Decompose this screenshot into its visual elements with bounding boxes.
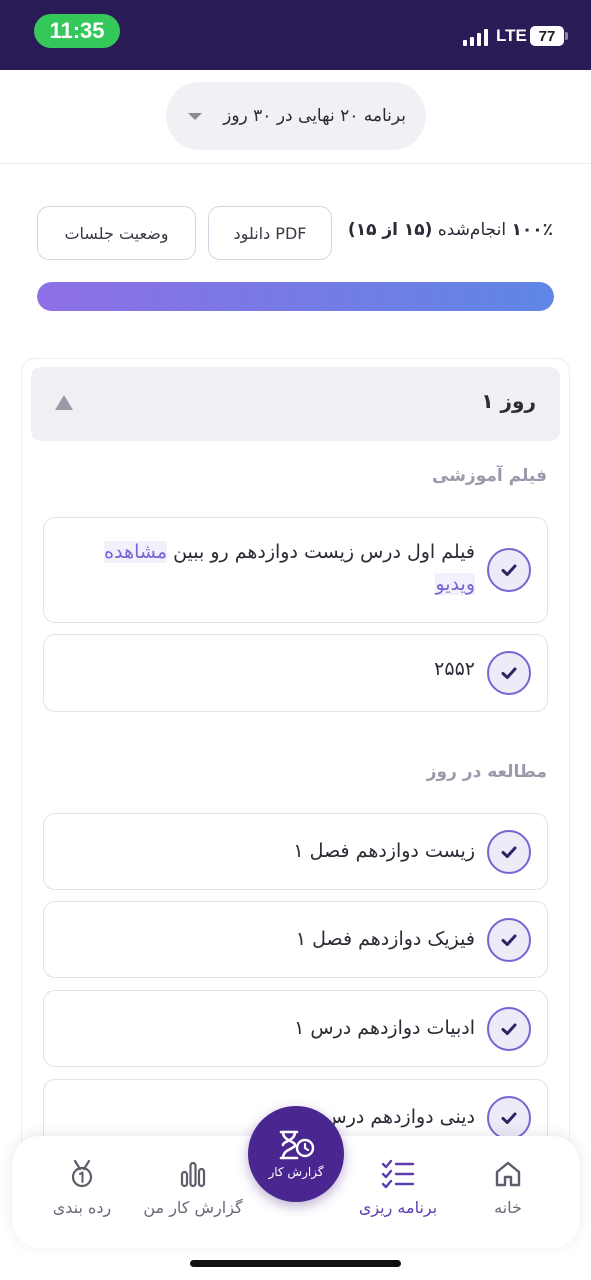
section-label-study: مطالعه در روز bbox=[426, 762, 547, 782]
plan-header: برنامه ۲۰ نهایی در ۳۰ روز bbox=[0, 70, 591, 164]
medal-icon bbox=[71, 1159, 93, 1188]
check-icon[interactable] bbox=[487, 548, 531, 592]
task-title: ۲۵۵۲ bbox=[434, 658, 475, 680]
status-time: 11:35 bbox=[34, 14, 120, 48]
home-indicator bbox=[190, 1260, 401, 1267]
checklist-icon bbox=[381, 1159, 415, 1189]
task-text: فیلم اول درس زیست دوازدهم رو ببین مشاهده… bbox=[64, 536, 475, 600]
progress-count: (۱۵ از ۱۵) bbox=[347, 220, 433, 240]
sessions-status-button[interactable]: وضعیت جلسات bbox=[37, 206, 196, 260]
day-title: روز ۱ bbox=[481, 389, 536, 413]
progress-bar bbox=[37, 282, 554, 311]
nav-my-report[interactable]: گزارش کار من bbox=[138, 1158, 248, 1228]
nav-ranking-label: رده بندی bbox=[52, 1198, 112, 1217]
progress-bar-fill bbox=[37, 282, 554, 311]
collapse-triangle-icon[interactable] bbox=[55, 395, 73, 410]
task-title: فیلم اول درس زیست دوازدهم رو ببین bbox=[173, 541, 475, 563]
battery-tip bbox=[565, 32, 568, 40]
progress-summary: ۱۰۰٪ انجام‌شده (۱۵ از ۱۵) bbox=[348, 220, 553, 240]
check-icon[interactable] bbox=[487, 651, 531, 695]
task-title: فیزیک دوازدهم فصل ۱ bbox=[295, 928, 475, 950]
check-icon[interactable] bbox=[487, 917, 531, 962]
download-pdf-button[interactable]: دانلود PDF bbox=[208, 206, 332, 260]
nav-home[interactable]: خانه bbox=[453, 1158, 563, 1228]
battery-icon: 77 bbox=[530, 26, 564, 46]
hourglass-clock-icon bbox=[279, 1130, 315, 1160]
task-item[interactable]: زیست دوازدهم فصل ۱ bbox=[43, 813, 548, 890]
nav-plan-label: برنامه ریزی bbox=[358, 1198, 438, 1217]
nav-my-report-label: گزارش کار من bbox=[143, 1198, 243, 1217]
nav-plan[interactable]: برنامه ریزی bbox=[343, 1158, 453, 1228]
task-item[interactable]: فیزیک دوازدهم فصل ۱ bbox=[43, 901, 548, 978]
work-report-fab[interactable]: گزارش کار bbox=[248, 1106, 344, 1202]
home-icon bbox=[495, 1161, 521, 1187]
plan-selector-dropdown[interactable]: برنامه ۲۰ نهایی در ۳۰ روز bbox=[166, 82, 426, 150]
progress-percent: ۱۰۰٪ bbox=[511, 220, 553, 240]
nav-home-label: خانه bbox=[494, 1198, 522, 1217]
day-header[interactable]: روز ۱ bbox=[31, 367, 560, 441]
task-title: ادبیات دوازدهم درس ۱ bbox=[294, 1017, 475, 1039]
network-type: LTE bbox=[496, 26, 527, 45]
task-title: زیست دوازدهم فصل ۱ bbox=[293, 840, 475, 862]
section-label-video: فیلم آموزشی bbox=[432, 466, 547, 486]
task-item[interactable]: ۲۵۵۲ bbox=[43, 634, 548, 712]
task-item[interactable]: فیلم اول درس زیست دوازدهم رو ببین مشاهده… bbox=[43, 517, 548, 623]
bar-chart-icon bbox=[180, 1161, 206, 1188]
progress-done-label: انجام‌شده bbox=[437, 220, 507, 240]
nav-ranking[interactable]: رده بندی bbox=[27, 1158, 137, 1228]
check-icon[interactable] bbox=[487, 1006, 531, 1051]
status-bar: 11:35 LTE 77 bbox=[0, 0, 591, 70]
check-icon[interactable] bbox=[487, 1095, 531, 1140]
work-report-fab-label: گزارش کار bbox=[268, 1165, 324, 1179]
plan-selector-label: برنامه ۲۰ نهایی در ۳۰ روز bbox=[223, 106, 406, 126]
chevron-down-icon bbox=[188, 113, 202, 120]
signal-icon bbox=[463, 28, 489, 46]
task-item[interactable]: ادبیات دوازدهم درس ۱ bbox=[43, 990, 548, 1067]
check-icon[interactable] bbox=[487, 829, 531, 874]
